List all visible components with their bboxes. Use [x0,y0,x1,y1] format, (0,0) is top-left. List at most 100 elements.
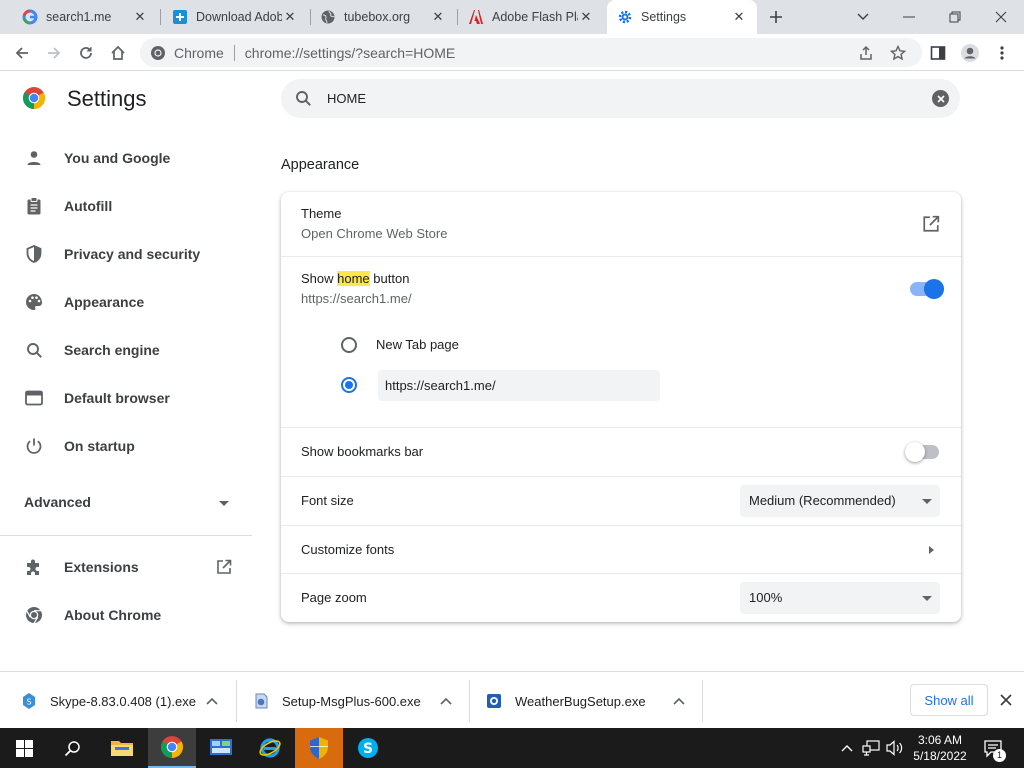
open-in-new-icon[interactable] [922,215,940,236]
profile-button[interactable] [956,39,984,67]
close-window-button[interactable] [978,0,1024,34]
page-zoom-label: Page zoom [301,590,367,605]
page-zoom-row: Page zoom 100% [281,574,961,622]
bookmarks-bar-toggle[interactable] [905,442,939,462]
chevron-down-icon [857,13,869,20]
tab-adobe-flash[interactable]: Adobe Flash Pla ✕ [458,0,604,34]
svg-text:S: S [363,741,373,757]
star-icon[interactable] [889,44,907,62]
clear-search-button[interactable] [932,90,949,107]
sidebar-item-autofill[interactable]: Autofill [0,186,250,226]
start-button[interactable] [0,728,48,768]
tab-search1[interactable]: search1.me ✕ [12,0,158,34]
page-zoom-select[interactable]: 100% [740,582,940,614]
minimize-icon [903,16,915,18]
forward-button[interactable] [40,39,68,67]
minimize-button[interactable] [886,0,932,34]
arrow-left-icon [15,47,28,59]
close-shelf-button[interactable] [997,691,1015,709]
browser-window-icon [24,388,44,408]
custom-url-radio[interactable] [341,377,357,393]
sidebar-item-appearance[interactable]: Appearance [0,282,250,322]
control-panel-button[interactable] [197,728,245,768]
back-button[interactable] [8,39,36,67]
chrome-icon [161,736,183,758]
tab-tubebox[interactable]: tubebox.org ✕ [310,0,456,34]
network-icon[interactable] [862,739,880,757]
search-query-text: HOME [327,91,366,106]
theme-sublabel: Open Chrome Web Store [301,226,448,241]
chevron-up-icon[interactable] [673,695,685,707]
sidebar-item-about-chrome[interactable]: About Chrome [0,595,250,635]
share-icon[interactable] [857,44,875,62]
setup-app-button[interactable] [295,728,343,768]
download-item[interactable]: S Skype-8.83.0.408 (1).exe [20,678,230,724]
open-in-new-icon [215,558,233,576]
new-tab-button[interactable] [764,5,788,29]
customize-fonts-row[interactable]: Customize fonts [281,526,961,573]
show-all-button[interactable]: Show all [910,684,988,716]
sidebar-advanced[interactable]: Advanced [24,494,91,510]
download-item[interactable]: WeatherBugSetup.exe [485,678,695,724]
settings-search-input[interactable]: HOME [281,79,960,118]
browser-toolbar: Chrome chrome://settings/?search=HOME [0,34,1024,71]
font-size-value: Medium (Recommended) [749,493,896,508]
close-icon[interactable]: ✕ [132,9,148,25]
home-button-row: Show home button https://search1.me/ New… [281,257,961,427]
triangle-down-icon[interactable] [219,501,229,506]
side-panel-button[interactable] [924,39,952,67]
sidebar-item-label: You and Google [64,150,171,166]
close-icon[interactable]: ✕ [430,9,446,25]
home-button-label: Show home button [301,271,409,286]
page-zoom-value: 100% [749,590,783,605]
sidebar-item-you-and-google[interactable]: You and Google [0,138,250,178]
tab-download-adobe[interactable]: Download Adob ✕ [162,0,308,34]
close-icon[interactable]: ✕ [282,9,298,25]
reload-button[interactable] [72,39,100,67]
download-item[interactable]: Setup-MsgPlus-600.exe [252,678,462,724]
puzzle-icon [24,557,44,577]
menu-button[interactable] [988,39,1016,67]
control-panel-icon [210,739,232,755]
bookmarks-bar-row[interactable]: Show bookmarks bar [281,428,961,476]
new-tab-option-label[interactable]: New Tab page [376,337,459,352]
chevron-up-icon[interactable] [838,739,856,757]
restore-button[interactable] [932,0,978,34]
sidebar-item-on-startup[interactable]: On startup [0,426,250,466]
sidebar-item-privacy[interactable]: Privacy and security [0,234,250,274]
sidebar-item-default-browser[interactable]: Default browser [0,378,250,418]
sidebar-item-extensions[interactable]: Extensions [0,547,250,587]
home-url-input[interactable]: https://search1.me/ [378,370,660,401]
chevron-up-icon[interactable] [206,695,218,707]
skype-taskbar-button[interactable]: S [344,728,392,768]
taskbar-search-button[interactable] [48,728,96,768]
chrome-taskbar-button[interactable] [148,728,196,768]
address-bar[interactable]: Chrome chrome://settings/?search=HOME [140,38,922,67]
skype-file-icon: S [20,692,38,710]
home-button[interactable] [104,39,132,67]
tab-search-button[interactable] [840,0,886,34]
font-size-select[interactable]: Medium (Recommended) [740,485,940,517]
tab-title: tubebox.org [344,10,411,24]
tab-settings[interactable]: Settings ✕ [607,0,757,34]
search-highlight: home [337,271,370,286]
tab-title: search1.me [46,10,112,24]
shield-icon [24,244,44,264]
sidebar-item-search-engine[interactable]: Search engine [0,330,250,370]
new-tab-radio[interactable] [341,337,357,353]
sidebar-item-label: Autofill [64,198,113,214]
chevron-up-icon[interactable] [440,695,452,707]
taskbar-clock[interactable]: 3:06 AM 5/18/2022 [905,732,975,764]
tab-title: Adobe Flash Pla [492,10,578,24]
download-filename: Skype-8.83.0.408 (1).exe [50,693,196,709]
internet-explorer-button[interactable] [246,728,294,768]
file-explorer-button[interactable] [98,728,146,768]
home-button-toggle[interactable] [910,279,944,299]
search-icon [295,90,312,110]
theme-row[interactable]: Theme Open Chrome Web Store [281,192,961,256]
msgplus-file-icon [252,692,270,710]
volume-icon[interactable] [886,739,904,757]
close-icon[interactable]: ✕ [731,9,747,25]
dropdown-arrow-icon [922,499,932,504]
close-icon[interactable]: ✕ [578,9,594,25]
